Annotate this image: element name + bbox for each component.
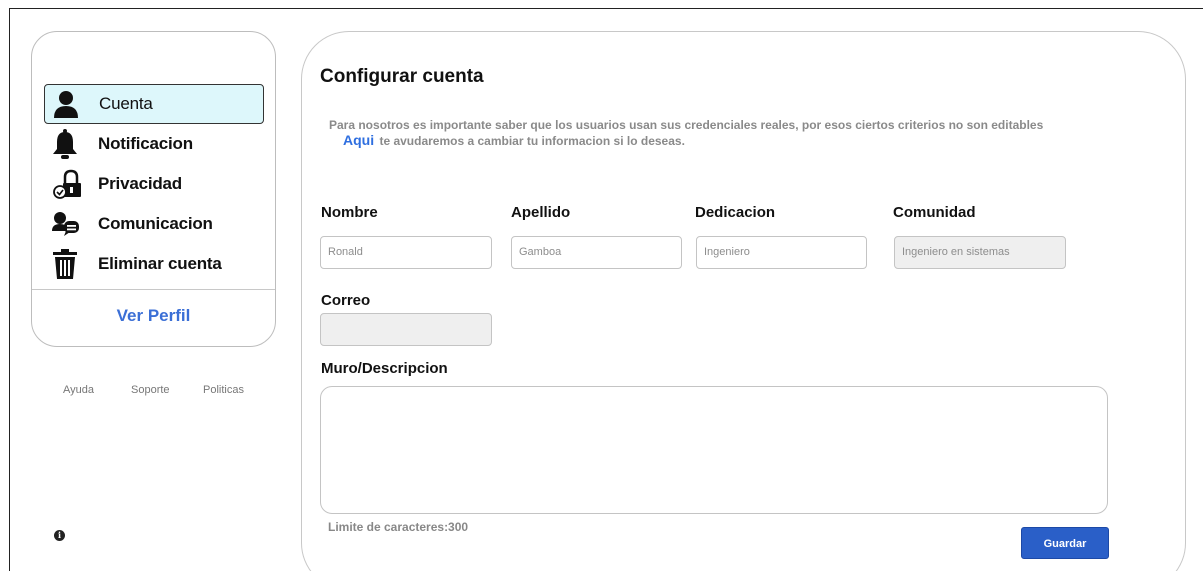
user-icon: [53, 88, 87, 120]
sidebar-item-label: Comunicacion: [98, 214, 213, 233]
sidebar-item-label: Notificacion: [98, 134, 193, 153]
footer-link-politicas[interactable]: Politicas: [203, 384, 244, 396]
trash-icon: [52, 248, 86, 280]
muro-label: Muro/Descripcion: [321, 360, 448, 377]
correo-input[interactable]: [320, 313, 492, 346]
apellido-label: Apellido: [511, 204, 571, 221]
apellido-input[interactable]: Gamboa: [511, 236, 682, 269]
dedicacion-input[interactable]: Ingeniero: [696, 236, 867, 269]
sidebar-item-comunicacion[interactable]: Comunicacion: [44, 204, 264, 244]
nombre-input[interactable]: Ronald: [320, 236, 492, 269]
sidebar-item-label: Cuenta: [99, 94, 153, 113]
sidebar: Cuenta Notificacion Privacidad Comunicac…: [31, 31, 276, 347]
sidebar-item-label: Privacidad: [98, 174, 182, 193]
lock-icon: [52, 168, 86, 200]
sidebar-menu: Cuenta Notificacion Privacidad Comunicac…: [44, 84, 264, 284]
chat-icon: [52, 208, 86, 240]
footer-link-ayuda[interactable]: Ayuda: [63, 384, 94, 396]
description-textarea[interactable]: [320, 386, 1108, 514]
save-button[interactable]: Guardar: [1021, 527, 1109, 559]
sidebar-item-label: Eliminar cuenta: [98, 254, 222, 273]
comunidad-label: Comunidad: [893, 204, 976, 221]
view-profile-link[interactable]: Ver Perfil: [32, 306, 275, 326]
help-text: te avudaremos a cambiar tu informacion s…: [379, 134, 685, 148]
page-title: Configurar cuenta: [320, 66, 484, 87]
sidebar-item-notificacion[interactable]: Notificacion: [44, 124, 264, 164]
nombre-label: Nombre: [321, 204, 378, 221]
sidebar-item-eliminar-cuenta[interactable]: Eliminar cuenta: [44, 244, 264, 284]
help-line: Aqui te avudaremos a cambiar tu informac…: [329, 133, 1189, 149]
bell-icon: [52, 128, 86, 160]
description-text: Para nosotros es importante saber que lo…: [329, 118, 1044, 132]
comunidad-input[interactable]: Ingeniero en sistemas: [894, 236, 1066, 269]
info-icon[interactable]: i: [54, 530, 65, 541]
sidebar-divider: [32, 289, 275, 290]
sidebar-item-cuenta[interactable]: Cuenta: [44, 84, 264, 124]
description: Para nosotros es importante saber que lo…: [329, 118, 1189, 149]
sidebar-item-privacidad[interactable]: Privacidad: [44, 164, 264, 204]
dedicacion-label: Dedicacion: [695, 204, 776, 221]
footer-link-soporte[interactable]: Soporte: [131, 384, 170, 396]
char-limit-text: Limite de caracteres:300: [328, 520, 469, 534]
correo-label: Correo: [321, 292, 371, 309]
help-link[interactable]: Aqui: [343, 132, 374, 148]
